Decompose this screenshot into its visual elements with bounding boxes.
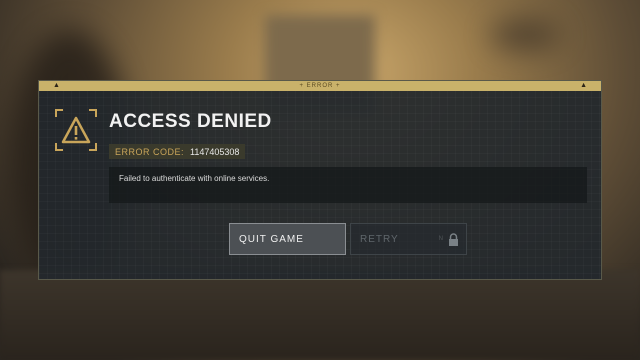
banner-label: + ERROR + [299,83,341,89]
error-dialog: ▲ + ERROR + ▲ ACCESS DENIED ERROR CODE: … [38,80,602,280]
dialog-title: ACCESS DENIED [109,111,272,132]
error-banner: ▲ + ERROR + ▲ [39,81,601,91]
quit-game-button[interactable]: QUIT GAME [229,223,346,255]
quit-game-label: QUIT GAME [239,233,304,245]
error-code-value: 1147405308 [190,146,240,157]
retry-hint: N [438,236,444,242]
retry-button[interactable]: RETRY N [350,223,467,255]
error-message: Failed to authenticate with online servi… [119,174,270,183]
lock-icon [449,233,458,246]
error-code-badge: ERROR CODE: 1147405308 [109,144,246,159]
warning-icon [55,109,97,151]
background-ground [0,270,640,360]
banner-warning-icon-right: ▲ [580,82,587,89]
retry-label: RETRY [360,233,399,245]
message-box: Failed to authenticate with online servi… [109,167,587,203]
banner-warning-icon-left: ▲ [53,82,60,89]
error-code-label: ERROR CODE: [115,146,185,157]
background-helicopter [490,20,560,50]
